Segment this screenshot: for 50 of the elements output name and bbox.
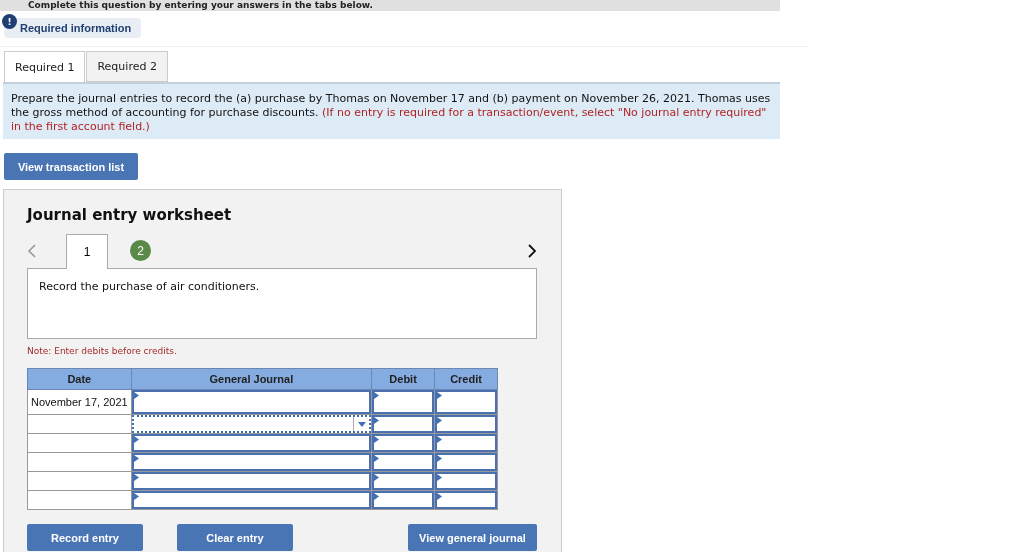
cell-marker-icon: [374, 474, 380, 481]
step-tab[interactable]: 2: [130, 240, 151, 261]
credit-field[interactable]: [435, 472, 497, 490]
debit-field[interactable]: [372, 472, 435, 490]
worksheet-title: Journal entry worksheet: [27, 206, 233, 224]
cell-marker-icon: [437, 417, 443, 424]
debit-field[interactable]: [372, 390, 435, 414]
cell-marker-icon: [374, 436, 380, 443]
debit-field[interactable]: [372, 434, 435, 452]
debit-field[interactable]: [372, 453, 435, 471]
cell-marker-icon: [374, 417, 380, 424]
account-field[interactable]: [131, 472, 372, 490]
cell-marker-icon: [374, 455, 380, 462]
date-cell: November 17, 2021: [27, 389, 132, 415]
cell-marker-icon: [437, 455, 443, 462]
info-badge: !: [2, 14, 17, 29]
tab[interactable]: Required 2: [86, 51, 168, 82]
account-field[interactable]: [131, 453, 372, 471]
credit-field[interactable]: [435, 390, 497, 414]
column-header: General Journal: [131, 368, 372, 390]
action-button[interactable]: Clear entry: [177, 524, 293, 551]
cell-marker-icon: [437, 474, 443, 481]
account-field[interactable]: [131, 390, 372, 414]
column-header: Date: [27, 368, 132, 390]
column-header: Debit: [371, 368, 435, 390]
debit-field[interactable]: [372, 491, 435, 509]
credit-field[interactable]: [435, 453, 497, 471]
cell-marker-icon: [374, 392, 380, 399]
instructions-text: Prepare the journal entries to record the (a) purchase by Thomas on November 17 and (b) payment on November 26, 2021. Thomas uses the gross method of accounting for purchase discounts. (If no entry is required for a transaction/event, select "No journal entry required" in the first account field.): [3, 82, 780, 139]
column-header: Credit: [434, 368, 498, 390]
note-text: Note: Enter debits before credits.: [27, 346, 178, 356]
account-field[interactable]: [131, 491, 372, 509]
account-dropdown[interactable]: [131, 415, 372, 433]
dropdown-caret-icon: [357, 421, 366, 427]
view-transaction-list-button[interactable]: View transaction list: [4, 153, 138, 180]
action-button[interactable]: Record entry: [27, 524, 143, 551]
cell-marker-icon: [437, 392, 443, 399]
cell-marker-icon: [437, 493, 443, 500]
credit-field[interactable]: [435, 434, 497, 452]
action-button[interactable]: View general journal: [408, 524, 537, 551]
credit-field[interactable]: [435, 415, 497, 433]
tab[interactable]: Required 1: [4, 51, 86, 82]
header-title: Complete this question by entering your answers in the tabs below.: [0, 0, 780, 11]
debit-field[interactable]: [372, 415, 435, 433]
step-tab[interactable]: 1: [66, 234, 108, 269]
cell-marker-icon: [437, 436, 443, 443]
cell-marker-icon: [374, 493, 380, 500]
account-field[interactable]: [131, 434, 372, 452]
entry-description: Record the purchase of air conditioners.: [27, 268, 537, 339]
credit-field[interactable]: [435, 491, 497, 509]
